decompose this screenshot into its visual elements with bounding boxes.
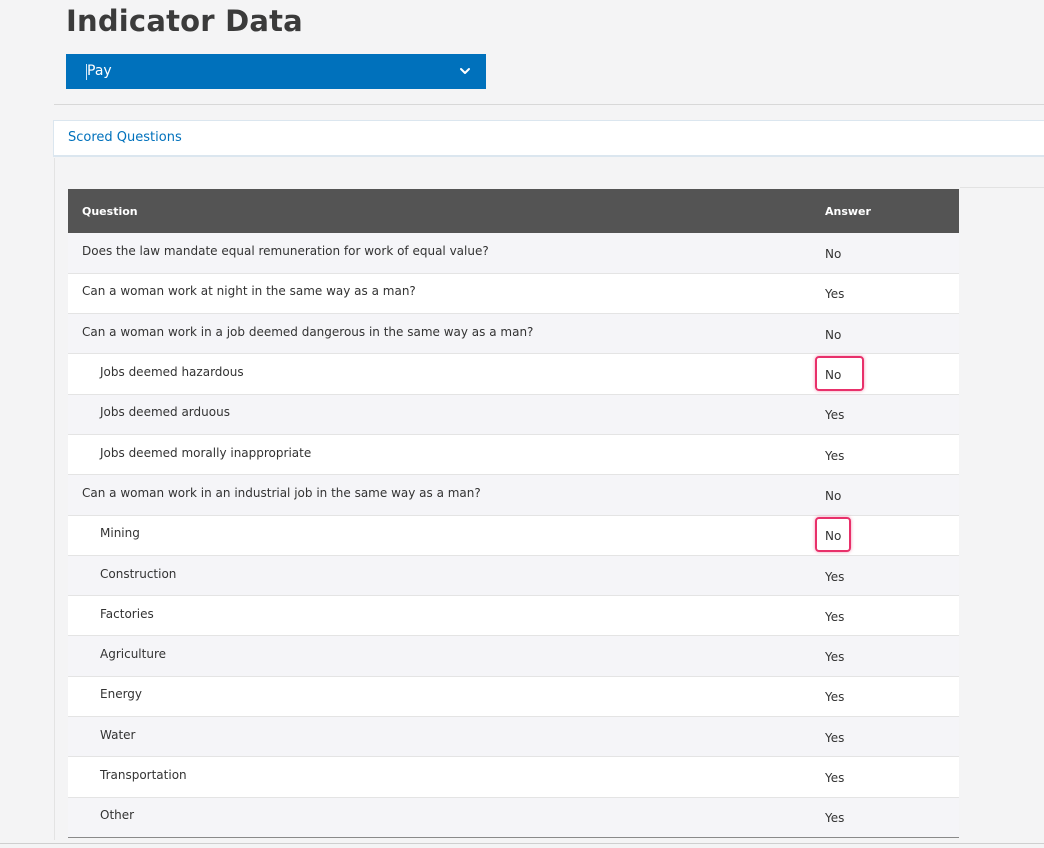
- page-bottom-border: [0, 843, 1044, 844]
- answer-value: Yes: [825, 650, 845, 665]
- answer-value: Yes: [825, 811, 845, 826]
- table-row: Agriculture Yes: [68, 635, 959, 677]
- column-header-question: Question: [82, 204, 138, 218]
- question-cell: Mining: [100, 526, 140, 541]
- table-row: Transportation Yes: [68, 756, 959, 798]
- question-cell: Other: [100, 808, 135, 823]
- table-header-row: Question Answer: [68, 189, 959, 233]
- question-cell: Jobs deemed arduous: [100, 405, 230, 420]
- answer-cell: No: [825, 314, 959, 354]
- page-title: Indicator Data: [66, 4, 303, 38]
- answer-cell: Yes: [825, 555, 959, 595]
- question-cell: Jobs deemed morally inappropriate: [100, 445, 312, 460]
- table-row: Can a woman work in a job deemed dangero…: [68, 313, 959, 354]
- question-cell: Water: [100, 727, 136, 742]
- answer-cell: Yes: [825, 676, 959, 716]
- answer-value: No: [825, 246, 842, 261]
- answer-cell: Yes: [825, 394, 959, 434]
- panel-divider: [960, 187, 1044, 188]
- answer-highlight: [815, 517, 852, 553]
- answer-cell: Yes: [825, 797, 959, 837]
- question-cell: Transportation: [100, 768, 187, 782]
- answer-value: Yes: [825, 569, 845, 584]
- question-cell: Energy: [100, 687, 143, 702]
- question-cell: Can a woman work in an industrial job in…: [82, 485, 481, 500]
- table-row: Can a woman work at night in the same wa…: [68, 273, 959, 314]
- question-cell: Construction: [100, 566, 177, 581]
- answer-value: Yes: [825, 690, 845, 705]
- column-header-answer: Answer: [825, 204, 871, 218]
- answer-cell: Yes: [825, 636, 959, 676]
- answer-cell: Yes: [825, 596, 959, 636]
- answer-value: Yes: [825, 609, 845, 624]
- table-row: Jobs deemed morally inappropriate Yes: [68, 434, 959, 475]
- answer-value: Yes: [825, 287, 845, 302]
- table-row: Does the law mandate equal remuneration …: [68, 233, 959, 274]
- question-cell: Agriculture: [100, 647, 166, 662]
- answer-cell: No: [825, 233, 959, 273]
- answer-cell: Yes: [825, 434, 959, 474]
- question-cell: Factories: [100, 606, 154, 621]
- tab-bar: Scored Questions: [53, 120, 1044, 157]
- table-row: Construction Yes: [68, 555, 959, 596]
- answer-highlight: [815, 356, 865, 392]
- answer-cell: Yes: [825, 757, 959, 797]
- answer-value: Yes: [825, 771, 845, 785]
- tab-scored-questions[interactable]: Scored Questions: [68, 130, 182, 145]
- answer-value: No: [825, 488, 842, 503]
- question-cell: Does the law mandate equal remuneration …: [82, 243, 489, 258]
- table-row: Other Yes: [68, 797, 959, 838]
- indicator-select-value: Pay: [87, 63, 112, 79]
- table-row: Jobs deemed arduous Yes: [68, 394, 959, 435]
- answer-value: Yes: [825, 730, 845, 745]
- questions-table: Question Answer Does the law mandate equ…: [68, 189, 959, 838]
- table-row: Factories Yes: [68, 595, 959, 636]
- chevron-down-icon[interactable]: [458, 64, 472, 78]
- indicator-select[interactable]: Pay: [66, 54, 486, 89]
- table-row: Water Yes: [68, 716, 959, 757]
- question-cell: Can a woman work in a job deemed dangero…: [82, 324, 534, 339]
- section-divider: [54, 104, 1044, 105]
- answer-cell: No: [825, 475, 959, 515]
- question-cell: Jobs deemed hazardous: [100, 365, 244, 380]
- answer-cell: Yes: [825, 273, 959, 313]
- answer-value: Yes: [825, 448, 845, 463]
- answer-value: No: [825, 327, 842, 342]
- table-row: Energy Yes: [68, 676, 959, 717]
- table-row: Can a woman work in an industrial job in…: [68, 474, 959, 516]
- answer-value: Yes: [825, 408, 845, 423]
- answer-cell: Yes: [825, 717, 959, 757]
- question-cell: Can a woman work at night in the same wa…: [82, 284, 416, 299]
